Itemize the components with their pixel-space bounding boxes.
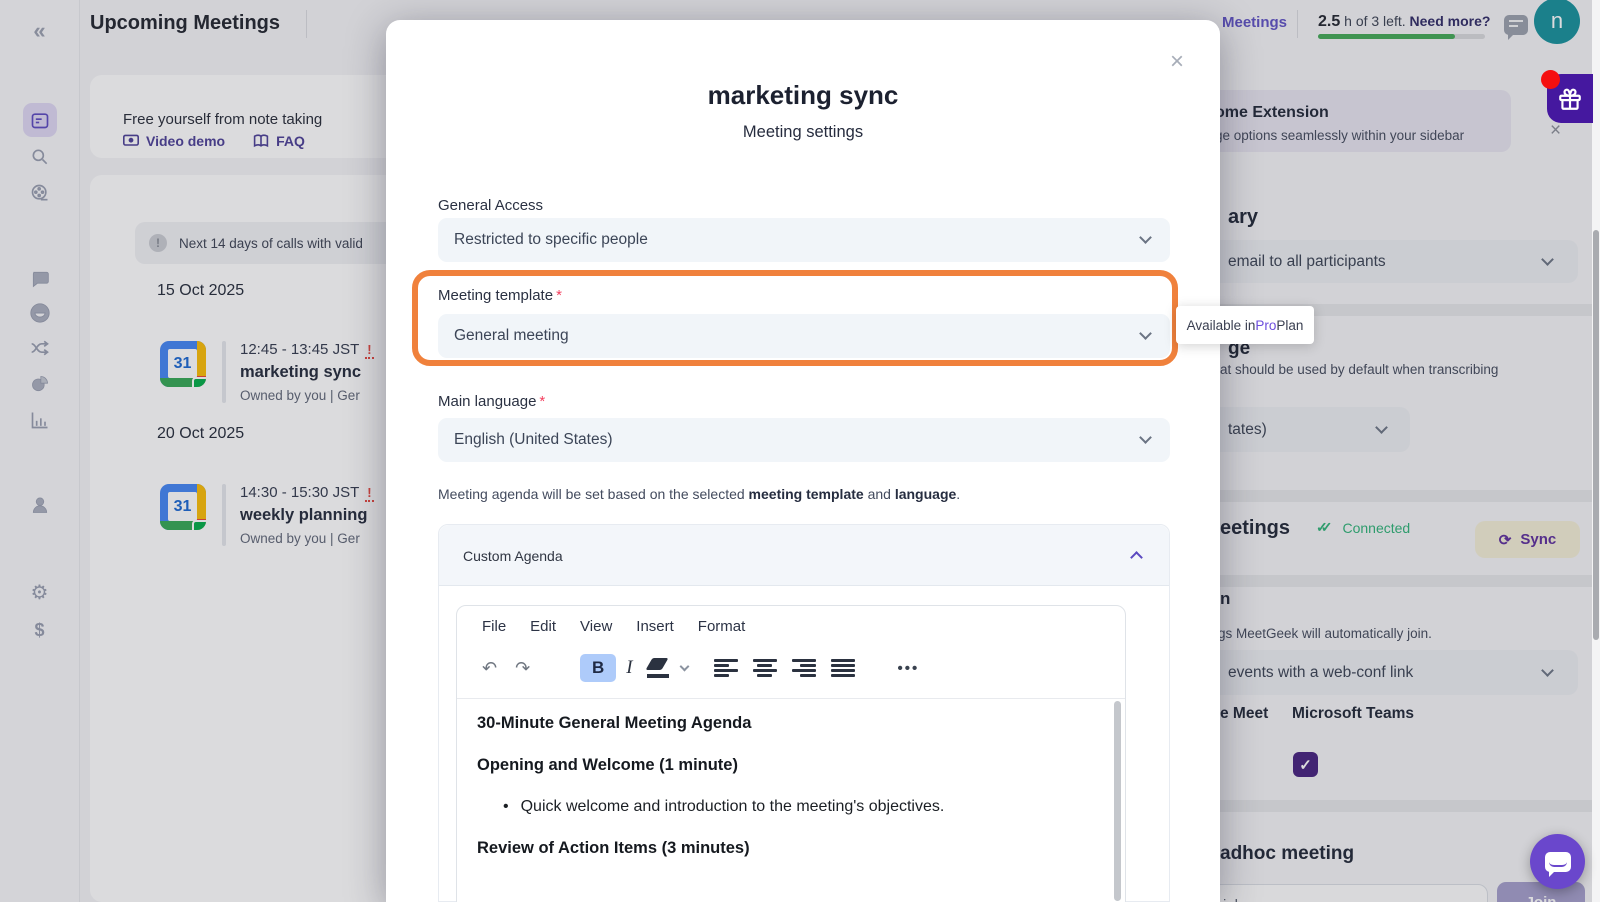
agenda-bullet: •Quick welcome and introduction to the m… [503, 798, 1087, 816]
modal-title: marketing sync [386, 80, 1220, 111]
required-mark: * [539, 393, 545, 410]
intercom-chat-button[interactable] [1530, 834, 1585, 889]
pro-plan-link[interactable]: Pro [1255, 318, 1276, 333]
menu-insert[interactable]: Insert [636, 618, 674, 635]
gift-icon [1557, 86, 1583, 112]
pro-plan-tooltip: Available in Pro Plan [1176, 306, 1314, 344]
agenda-hint: Meeting agenda will be set based on the … [438, 486, 960, 502]
general-access-select[interactable]: Restricted to specific people [438, 218, 1170, 262]
custom-agenda-header[interactable]: Custom Agenda [439, 525, 1169, 586]
agenda-line: Review of Action Items (3 minutes) [477, 839, 1087, 858]
main-language-select[interactable]: English (United States) [438, 418, 1170, 462]
close-icon[interactable]: × [1170, 50, 1184, 74]
agenda-line: Opening and Welcome (1 minute) [477, 756, 1087, 775]
align-left-icon[interactable] [714, 659, 738, 677]
rich-text-editor[interactable]: File Edit View Insert Format ↶ ↷ B I ••• [456, 605, 1126, 902]
meeting-template-select[interactable]: General meeting [438, 314, 1170, 358]
agenda-editor-content[interactable]: 30-Minute General Meeting Agenda Opening… [477, 714, 1087, 881]
modal-subtitle: Meeting settings [386, 123, 1220, 142]
menu-format[interactable]: Format [698, 618, 746, 635]
main-language-label: Main language* [438, 393, 545, 410]
page-scrollbar[interactable] [1592, 0, 1600, 902]
app-root: « ⚙ $ Upcoming Meetings [0, 0, 1600, 902]
bold-button[interactable]: B [580, 654, 616, 682]
page-scrollbar-thumb[interactable] [1593, 230, 1599, 640]
general-access-label: General Access [438, 197, 543, 214]
undo-icon[interactable]: ↶ [482, 658, 497, 679]
meeting-template-label: Meeting template* [438, 287, 562, 304]
highlight-color-icon[interactable] [647, 658, 669, 678]
more-options-icon[interactable]: ••• [898, 660, 920, 677]
required-mark: * [556, 287, 562, 304]
meeting-settings-modal: × marketing sync Meeting settings Genera… [386, 20, 1220, 902]
chevron-down-icon[interactable] [679, 661, 689, 671]
notification-dot [1541, 70, 1560, 89]
italic-button[interactable]: I [626, 657, 632, 679]
align-center-icon[interactable] [753, 659, 777, 677]
chevron-up-icon [1130, 551, 1143, 564]
menu-edit[interactable]: Edit [530, 618, 556, 635]
menu-file[interactable]: File [482, 618, 506, 635]
menu-view[interactable]: View [580, 618, 612, 635]
align-justify-icon[interactable] [831, 659, 855, 677]
redo-icon[interactable]: ↷ [515, 658, 530, 679]
agenda-line: 30-Minute General Meeting Agenda [477, 714, 1087, 733]
chat-smile-icon [1545, 852, 1571, 872]
editor-scrollbar-thumb[interactable] [1114, 701, 1121, 901]
align-right-icon[interactable] [792, 659, 816, 677]
